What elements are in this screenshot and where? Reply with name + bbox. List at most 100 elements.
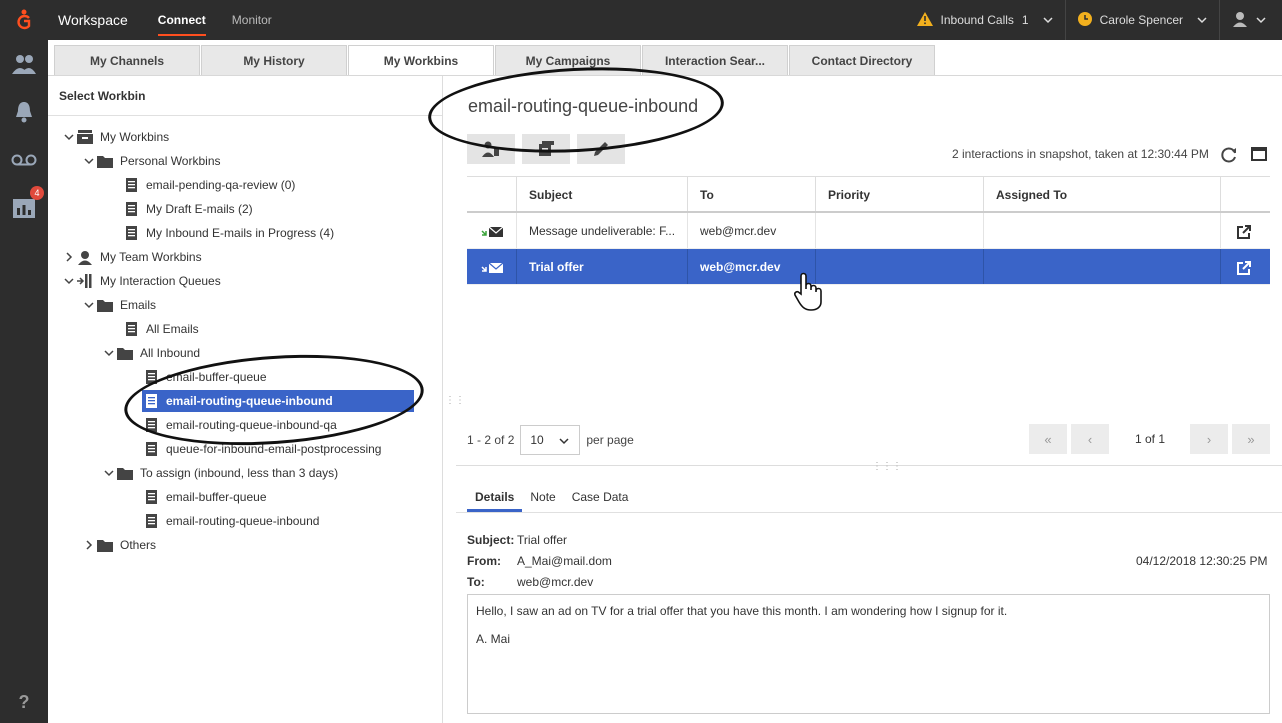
workbin-icon: [539, 141, 554, 156]
tree-item[interactable]: Emails: [82, 294, 156, 316]
tree-item[interactable]: My Workbins: [62, 126, 169, 148]
tab-interaction-search[interactable]: Interaction Sear...: [642, 45, 788, 75]
hand-cursor-icon: [793, 272, 823, 315]
tab-my-campaigns[interactable]: My Campaigns: [495, 45, 641, 75]
tree-item[interactable]: email-routing-queue-inbound-qa: [142, 414, 337, 436]
tab-note[interactable]: Note: [522, 484, 563, 512]
help-icon[interactable]: ?: [0, 692, 48, 713]
tree-item[interactable]: My Interaction Queues: [62, 270, 221, 292]
per-page-value: 10: [530, 433, 544, 447]
chevron-right-icon[interactable]: [64, 252, 74, 262]
contacts-icon[interactable]: [0, 40, 48, 88]
chevron-down-icon[interactable]: [64, 132, 74, 142]
col-type[interactable]: [467, 177, 517, 211]
subject-row: Subject: Trial offer: [467, 533, 567, 547]
tree-item[interactable]: email-routing-queue-inbound: [142, 510, 319, 532]
chevron-down-icon[interactable]: [64, 276, 74, 286]
chevron-down-icon: [1197, 17, 1207, 24]
last-page-button[interactable]: »: [1232, 424, 1270, 454]
prev-page-button[interactable]: ‹: [1071, 424, 1109, 454]
bell-icon[interactable]: [0, 88, 48, 136]
assign-button[interactable]: [467, 134, 515, 164]
agent-menu[interactable]: [1219, 0, 1282, 40]
tree-item-label: email-routing-queue-inbound: [166, 514, 320, 528]
inbound-calls-indicator[interactable]: Inbound Calls 1: [905, 0, 1065, 40]
maximize-icon[interactable]: [1251, 147, 1267, 164]
email-body[interactable]: Hello, I saw an ad on TV for a trial off…: [467, 594, 1270, 714]
top-bar: Workspace Connect Monitor Inbound Calls …: [0, 0, 1282, 40]
next-page-button[interactable]: ›: [1190, 424, 1228, 454]
tree-item[interactable]: email-pending-qa-review (0): [122, 174, 295, 196]
tree-item[interactable]: My Inbound E-mails in Progress (4): [122, 222, 334, 244]
popout-icon[interactable]: [1221, 213, 1270, 248]
col-to[interactable]: To: [688, 177, 816, 211]
col-assigned-to[interactable]: Assigned To: [984, 177, 1221, 211]
folder-icon: [117, 467, 133, 480]
user-menu[interactable]: Carole Spencer: [1064, 0, 1219, 40]
tab-case-data[interactable]: Case Data: [564, 484, 637, 512]
select-workbin-header: Select Workbin: [48, 76, 442, 116]
document-icon: [145, 490, 157, 504]
pager-range: 1 - 2 of 2: [467, 433, 515, 447]
col-subject[interactable]: Subject: [517, 177, 688, 211]
tree-item-icon: [76, 250, 94, 265]
tree-item[interactable]: queue-for-inbound-email-postprocessing: [142, 438, 381, 460]
row-priority: [816, 213, 984, 248]
tab-contact-directory[interactable]: Contact Directory: [789, 45, 935, 75]
inbound-calls-count: 1: [1021, 13, 1029, 27]
document-icon: [145, 394, 157, 408]
nav-monitor[interactable]: Monitor: [232, 0, 272, 40]
edit-button[interactable]: [577, 134, 625, 164]
folder-icon: [97, 299, 113, 312]
details-tabs: Details Note Case Data: [467, 484, 636, 512]
tree-item[interactable]: email-buffer-queue: [142, 366, 267, 388]
chevron-down-icon[interactable]: [104, 468, 114, 478]
chevron-down-icon[interactable]: [104, 348, 114, 358]
tab-my-channels[interactable]: My Channels: [54, 45, 200, 75]
nav-connect[interactable]: Connect: [157, 0, 206, 40]
tree-item[interactable]: Others: [82, 534, 156, 556]
tab-my-history[interactable]: My History: [201, 45, 347, 75]
received-date: 04/12/2018 12:30:25 PM: [1136, 554, 1268, 568]
tab-details[interactable]: Details: [467, 484, 523, 512]
tree-item[interactable]: My Team Workbins: [62, 246, 202, 268]
horizontal-splitter: [456, 465, 1282, 466]
agent-icon: [78, 250, 92, 265]
vertical-splitter-grip[interactable]: ⋮⋮: [445, 395, 465, 406]
tree-item[interactable]: email-buffer-queue: [142, 486, 267, 508]
tree-item-label: email-buffer-queue: [166, 490, 267, 504]
tab-my-workbins[interactable]: My Workbins: [348, 45, 494, 76]
table-row-selected[interactable]: Trial offer web@mcr.dev: [467, 249, 1270, 285]
tree-item[interactable]: All Emails: [122, 318, 199, 340]
chevron-down-icon[interactable]: [84, 156, 94, 166]
per-page-select[interactable]: 10: [520, 425, 581, 455]
tree-item[interactable]: My Draft E-mails (2): [122, 198, 253, 220]
workbin-icon: [77, 130, 93, 144]
genesys-logo-icon[interactable]: [0, 0, 48, 40]
tree-item[interactable]: email-routing-queue-inbound: [142, 390, 414, 412]
row-priority: [816, 249, 984, 284]
user-name: Carole Spencer: [1099, 13, 1183, 27]
warning-icon: [916, 11, 933, 29]
reports-icon[interactable]: 4: [0, 184, 48, 232]
email-body-signature: A. Mai: [476, 632, 511, 646]
tree-item[interactable]: Personal Workbins: [82, 150, 221, 172]
chevron-down-icon: [1043, 17, 1053, 24]
tree-item[interactable]: All Inbound: [102, 342, 200, 364]
popout-icon[interactable]: [1221, 249, 1270, 284]
first-page-button[interactable]: «: [1029, 424, 1067, 454]
tree-item-icon: [122, 202, 140, 216]
voicemail-icon[interactable]: [0, 136, 48, 184]
document-icon: [145, 442, 157, 456]
horizontal-splitter-grip[interactable]: ⋮⋮⋮: [872, 461, 902, 472]
move-to-workbin-button[interactable]: [522, 134, 570, 164]
tree-item[interactable]: To assign (inbound, less than 3 days): [102, 462, 338, 484]
interactions-grid: Subject To Priority Assigned To Message …: [467, 176, 1270, 285]
table-row[interactable]: Message undeliverable: F... web@mcr.dev: [467, 213, 1270, 249]
refresh-icon[interactable]: [1220, 147, 1238, 166]
col-priority[interactable]: Priority: [816, 177, 984, 211]
from-value: A_Mai@mail.dom: [517, 554, 612, 568]
tree-item-icon: [96, 539, 114, 552]
chevron-down-icon[interactable]: [84, 300, 94, 310]
chevron-right-icon[interactable]: [84, 540, 94, 550]
